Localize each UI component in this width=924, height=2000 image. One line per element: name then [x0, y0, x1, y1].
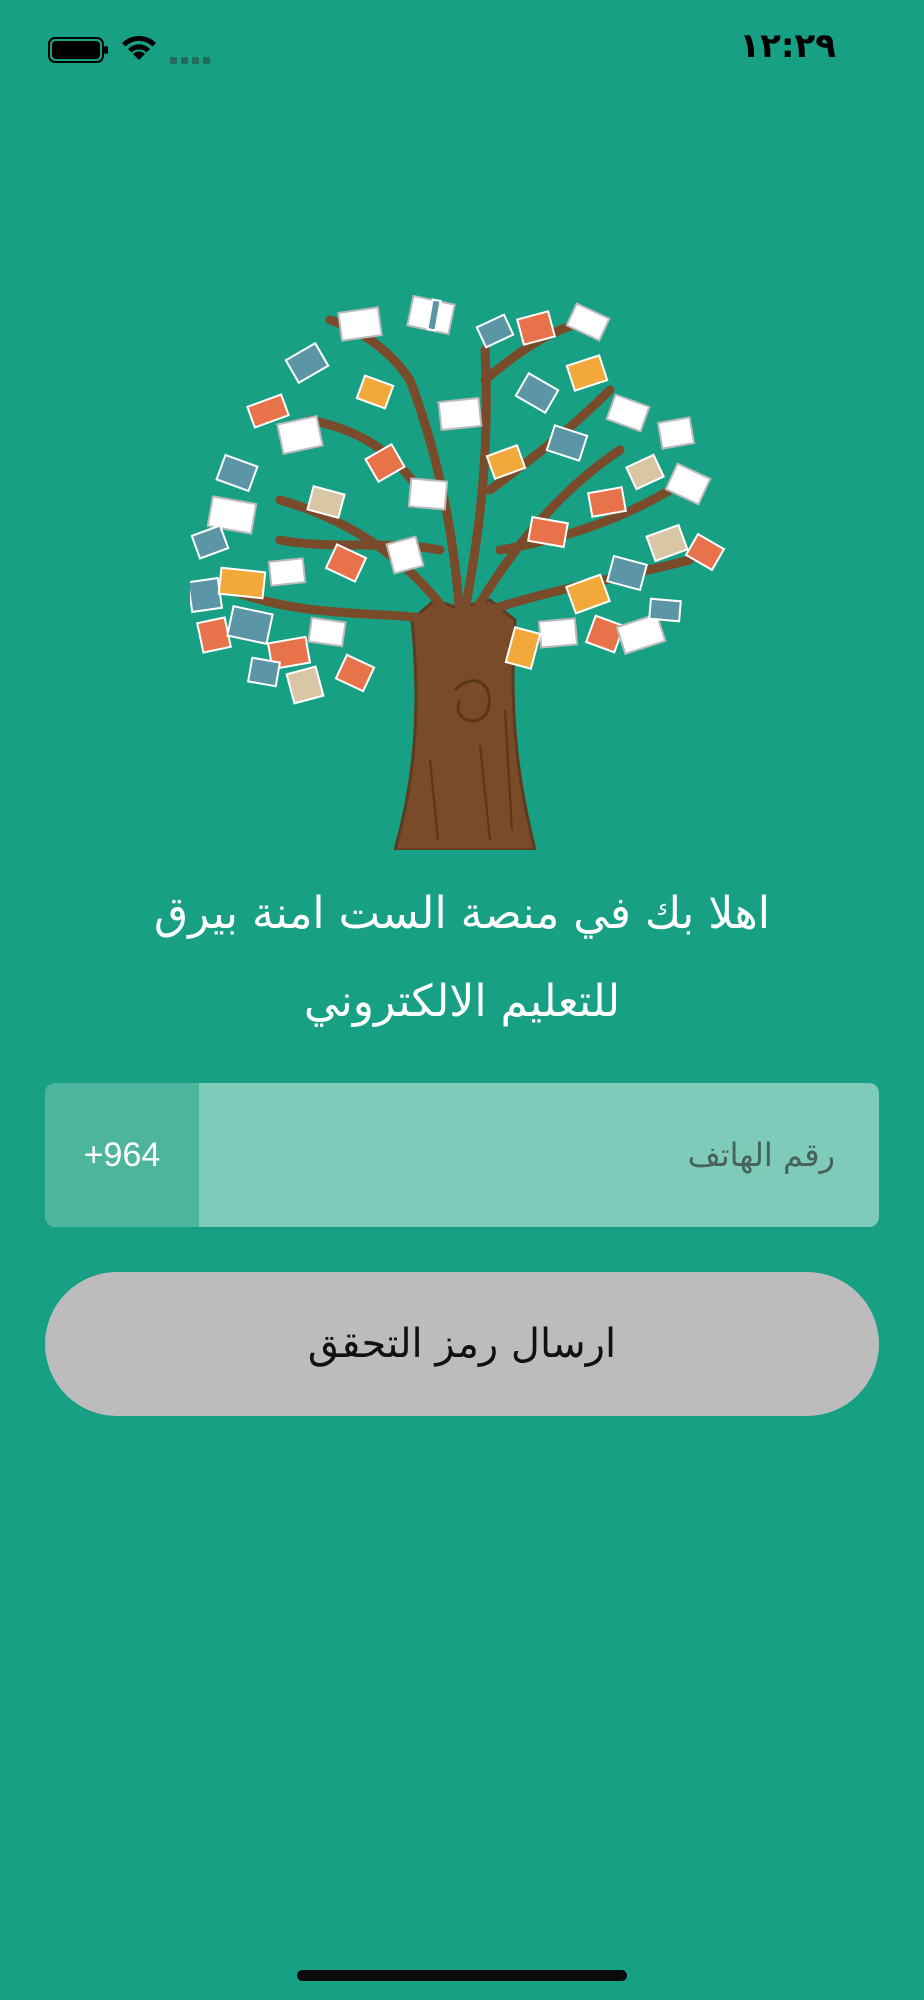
phone-field: +964 [45, 1083, 879, 1227]
phone-number-input[interactable] [199, 1083, 879, 1227]
welcome-text: اهلا بك في منصة الست امنة بيرق للتعليم ا… [60, 870, 864, 1046]
cellular-signal-icon [170, 50, 214, 69]
welcome-line-2: للتعليم الالكتروني [303, 976, 621, 1027]
home-indicator[interactable] [297, 1970, 627, 1981]
send-verification-code-button[interactable]: ارسال رمز التحقق [45, 1272, 879, 1416]
status-bar: ١٢:٢٩ [0, 0, 924, 100]
country-code[interactable]: +964 [45, 1083, 199, 1227]
battery-full-icon [48, 36, 110, 68]
wifi-icon [120, 32, 158, 66]
welcome-line-1: اهلا بك في منصة الست امنة بيرق [154, 888, 770, 939]
book-tree-illustration [186, 290, 740, 852]
status-time: ١٢:٢٩ [739, 26, 836, 66]
